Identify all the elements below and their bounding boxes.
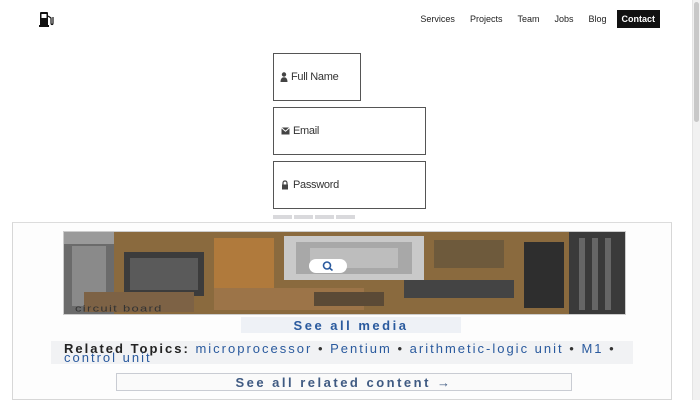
magnifier-icon[interactable] bbox=[309, 259, 347, 273]
strength-segment bbox=[294, 215, 313, 219]
strength-segment bbox=[273, 215, 292, 219]
lock-icon bbox=[280, 180, 290, 190]
see-all-media-button[interactable]: See all media bbox=[241, 317, 461, 333]
nav-jobs[interactable]: Jobs bbox=[554, 14, 573, 24]
nav-team[interactable]: Team bbox=[517, 14, 539, 24]
related-topics-band: Related Topics: microprocessor • Pentium… bbox=[51, 341, 633, 364]
topic-link-control-unit[interactable]: control unit bbox=[64, 350, 152, 365]
media-panel: circuit board See all media Related Topi… bbox=[12, 222, 672, 400]
topic-separator: • bbox=[609, 341, 616, 356]
envelope-icon bbox=[280, 126, 290, 136]
topic-link-m1[interactable]: M1 bbox=[581, 341, 603, 356]
full-name-input[interactable] bbox=[291, 71, 401, 83]
gas-pump-icon[interactable] bbox=[38, 10, 54, 28]
see-all-related-content-button[interactable]: See all related content → bbox=[116, 373, 572, 391]
email-field[interactable] bbox=[273, 107, 426, 155]
related-topics: Related Topics: microprocessor • Pentium… bbox=[51, 341, 633, 364]
topic-separator: • bbox=[317, 341, 325, 356]
topic-separator: • bbox=[397, 341, 405, 356]
password-field[interactable] bbox=[273, 161, 426, 209]
topic-separator: • bbox=[569, 341, 576, 356]
topic-link-alu[interactable]: arithmetic-logic unit bbox=[410, 341, 564, 356]
main-nav: Services Projects Team Jobs Blog Contact bbox=[405, 10, 660, 28]
strength-segment bbox=[315, 215, 334, 219]
nav-projects[interactable]: Projects bbox=[470, 14, 503, 24]
user-icon bbox=[280, 72, 288, 82]
email-input[interactable] bbox=[293, 125, 403, 137]
password-strength-meter bbox=[273, 215, 355, 219]
full-name-field[interactable] bbox=[273, 53, 401, 101]
top-navigation: Services Projects Team Jobs Blog Contact bbox=[0, 0, 700, 40]
strength-segment bbox=[336, 215, 355, 219]
password-input[interactable] bbox=[293, 179, 403, 191]
image-caption: circuit board bbox=[75, 303, 163, 314]
nav-contact-button[interactable]: Contact bbox=[616, 10, 660, 28]
page-scrollbar[interactable] bbox=[692, 0, 700, 400]
nav-services[interactable]: Services bbox=[420, 14, 455, 24]
topic-link-microprocessor[interactable]: microprocessor bbox=[195, 341, 312, 356]
scrollbar-thumb[interactable] bbox=[694, 2, 699, 122]
topic-link-pentium[interactable]: Pentium bbox=[330, 341, 392, 356]
nav-blog[interactable]: Blog bbox=[588, 14, 606, 24]
